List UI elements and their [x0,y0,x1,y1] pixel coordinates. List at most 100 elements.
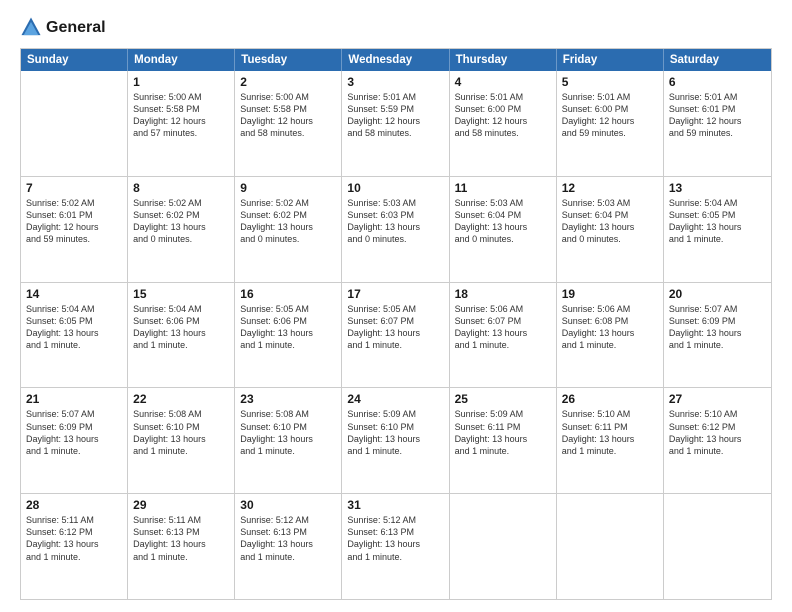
day-info-line: Sunset: 6:02 PM [240,209,336,221]
day-info-line: Sunset: 6:01 PM [26,209,122,221]
day-number: 14 [26,287,122,301]
calendar-day-cell: 6Sunrise: 5:01 AMSunset: 6:01 PMDaylight… [664,71,771,176]
logo-text: General [46,19,106,37]
day-info-line: Daylight: 13 hours [240,327,336,339]
day-info-line: and 1 minute. [26,445,122,457]
calendar-day-cell: 18 Sunrise: 5:06 AMSunset: 6:07 PMDayligh… [450,283,557,388]
day-number: 22 [133,392,229,406]
calendar-day-cell: 26Sunrise: 5:10 AMSunset: 6:11 PMDayligh… [557,388,664,493]
day-info-line: and 0 minutes. [240,233,336,245]
day-info-line: Sunset: 6:12 PM [26,526,122,538]
day-number: 13 [669,181,766,195]
day-info-line: Sunset: 6:01 PM [669,103,766,115]
day-info-line: Sunrise: 5:04 AM [26,303,122,315]
day-info-line: and 1 minute. [562,445,658,457]
day-info-line: Sunrise: 5:01 AM [347,91,443,103]
day-info-line: Sunrise: 5:02 AM [26,197,122,209]
day-info-line: Sunrise: 5:01 AM [455,91,551,103]
day-info-line: Daylight: 13 hours [347,327,443,339]
day-info-line: Daylight: 13 hours [455,327,551,339]
day-number: 16 [240,287,336,301]
day-info-line: Sunrise: 5:08 AM [133,408,229,420]
calendar-empty-cell [450,494,557,599]
day-number: 9 [240,181,336,195]
day-info-line: Sunset: 5:58 PM [240,103,336,115]
day-info-line: Sunrise: 5:06 AM [562,303,658,315]
calendar-day-cell: 12Sunrise: 5:03 AMSunset: 6:04 PMDayligh… [557,177,664,282]
day-info-line: Sunrise: 5:06 AM [455,303,551,315]
day-number: 2 [240,75,336,89]
calendar-header-cell: Sunday [21,49,128,71]
calendar-day-cell: 8Sunrise: 5:02 AMSunset: 6:02 PMDaylight… [128,177,235,282]
day-info-line: Sunrise: 5:09 AM [347,408,443,420]
day-number: 27 [669,392,766,406]
day-info-line: Sunrise: 5:10 AM [562,408,658,420]
day-info-line: Daylight: 13 hours [669,433,766,445]
day-info-line: Daylight: 12 hours [347,115,443,127]
day-info-line: Sunset: 6:05 PM [26,315,122,327]
day-info-line: and 1 minute. [347,339,443,351]
calendar-empty-cell [557,494,664,599]
day-info-line: Daylight: 13 hours [133,221,229,233]
day-number: 6 [669,75,766,89]
calendar-week-row: 28Sunrise: 5:11 AMSunset: 6:12 PMDayligh… [21,494,771,599]
day-info-line: and 0 minutes. [455,233,551,245]
calendar-day-cell: 27Sunrise: 5:10 AMSunset: 6:12 PMDayligh… [664,388,771,493]
day-info-line: Sunset: 6:02 PM [133,209,229,221]
calendar-day-cell: 17Sunrise: 5:05 AMSunset: 6:07 PMDayligh… [342,283,449,388]
day-info-line: Daylight: 13 hours [26,327,122,339]
day-info-line: and 1 minute. [133,339,229,351]
day-info-line: Sunrise: 5:03 AM [455,197,551,209]
calendar-header-cell: Monday [128,49,235,71]
day-info-line: Sunrise: 5:00 AM [133,91,229,103]
day-number: 7 [26,181,122,195]
calendar-day-cell: 23Sunrise: 5:08 AMSunset: 6:10 PMDayligh… [235,388,342,493]
day-info-line: and 1 minute. [562,339,658,351]
calendar-day-cell: 31Sunrise: 5:12 AMSunset: 6:13 PMDayligh… [342,494,449,599]
day-info-line: and 59 minutes. [562,127,658,139]
day-number: 1 [133,75,229,89]
day-info-line: Sunset: 6:09 PM [26,421,122,433]
calendar-day-cell: 11Sunrise: 5:03 AMSunset: 6:04 PMDayligh… [450,177,557,282]
day-info-line: Sunrise: 5:11 AM [133,514,229,526]
day-info-line: and 1 minute. [26,551,122,563]
calendar-day-cell: 15Sunrise: 5:04 AMSunset: 6:06 PMDayligh… [128,283,235,388]
day-info-line: Sunset: 6:06 PM [133,315,229,327]
day-info-line: and 58 minutes. [347,127,443,139]
day-number: 8 [133,181,229,195]
day-info-line: and 1 minute. [669,445,766,457]
day-info-line: Daylight: 13 hours [240,538,336,550]
day-info-line: Daylight: 13 hours [133,433,229,445]
day-number: 4 [455,75,551,89]
day-info-line: Sunset: 6:12 PM [669,421,766,433]
day-info-line: and 1 minute. [240,339,336,351]
day-info-line: and 58 minutes. [240,127,336,139]
calendar-day-cell: 24Sunrise: 5:09 AMSunset: 6:10 PMDayligh… [342,388,449,493]
day-info-line: Sunrise: 5:11 AM [26,514,122,526]
day-info-line: Sunrise: 5:05 AM [240,303,336,315]
calendar-day-cell: 29Sunrise: 5:11 AMSunset: 6:13 PMDayligh… [128,494,235,599]
calendar-day-cell: 30Sunrise: 5:12 AMSunset: 6:13 PMDayligh… [235,494,342,599]
logo: General [20,18,106,38]
calendar-week-row: 1 Sunrise: 5:00 AM Sunset: 5:58 PM Daylight… [21,71,771,177]
calendar-empty-cell [21,71,128,176]
day-info-line: Sunrise: 5:07 AM [669,303,766,315]
day-number: 17 [347,287,443,301]
day-info-line: Sunset: 6:11 PM [455,421,551,433]
day-info-line: Sunset: 6:07 PM [455,315,551,327]
day-info-line: and 1 minute. [455,445,551,457]
day-info-line: Sunset: 6:13 PM [240,526,336,538]
day-info-line: Daylight: 13 hours [347,433,443,445]
day-info-line: and 1 minute. [347,445,443,457]
calendar-day-cell: 25Sunrise: 5:09 AMSunset: 6:11 PMDayligh… [450,388,557,493]
calendar-day-cell: 1Sunrise: 5:00 AMSunset: 5:58 PMDaylight… [128,71,235,176]
calendar-day-cell: 16Sunrise: 5:05 AMSunset: 6:06 PMDayligh… [235,283,342,388]
day-info-line: Sunset: 6:13 PM [133,526,229,538]
day-number: 24 [347,392,443,406]
logo-icon [20,16,42,38]
day-info-line: Daylight: 12 hours [562,115,658,127]
day-info-line: Daylight: 13 hours [562,221,658,233]
day-info-line: Sunset: 5:59 PM [347,103,443,115]
day-number: 21 [26,392,122,406]
day-number: 18 [455,287,551,301]
